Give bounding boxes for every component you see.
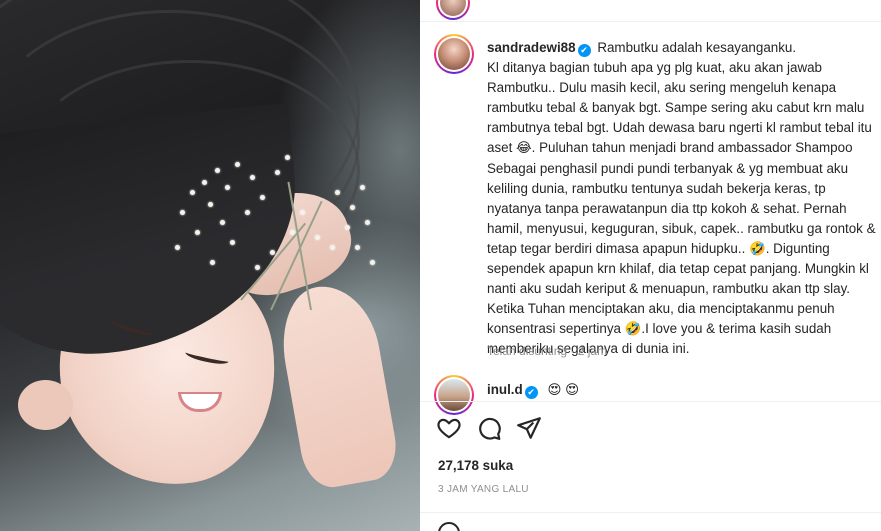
comment-bubble-icon[interactable] <box>476 415 502 441</box>
commenter-username[interactable]: inul.d <box>487 382 523 397</box>
header-strip <box>420 0 881 22</box>
divider <box>420 401 881 402</box>
author-username[interactable]: sandradewi88 <box>487 40 576 55</box>
likes-count[interactable]: 27,178 suka <box>438 458 513 473</box>
emoji-icon[interactable] <box>438 522 460 531</box>
verified-badge-icon: ✔ <box>577 44 591 57</box>
heart-icon[interactable] <box>436 415 462 441</box>
verified-badge-icon: ✔ <box>524 386 538 399</box>
edited-timestamp: Telah disunting · 2 jam <box>487 344 608 358</box>
commenter-avatar[interactable] <box>434 375 474 415</box>
post-time: 3 JAM YANG LALU <box>438 484 529 495</box>
photo-hand <box>273 278 402 492</box>
header-avatar[interactable] <box>436 0 470 20</box>
divider <box>420 512 881 513</box>
comment-text: 😍 😍 <box>547 382 580 397</box>
post-photo <box>0 0 420 531</box>
post-caption: sandradewi88 ✔ Rambutku adalah kesayangan… <box>487 38 881 360</box>
baby-breath-flowers <box>160 150 390 311</box>
author-avatar[interactable] <box>434 34 474 74</box>
caption-text: Rambutku adalah kesayanganku. Kl ditanya… <box>487 40 876 357</box>
paper-plane-icon[interactable] <box>516 415 542 441</box>
photo-ear <box>18 380 73 430</box>
post-details-panel: sandradewi88 ✔ Rambutku adalah kesayangan… <box>420 0 881 531</box>
action-bar <box>436 414 542 442</box>
